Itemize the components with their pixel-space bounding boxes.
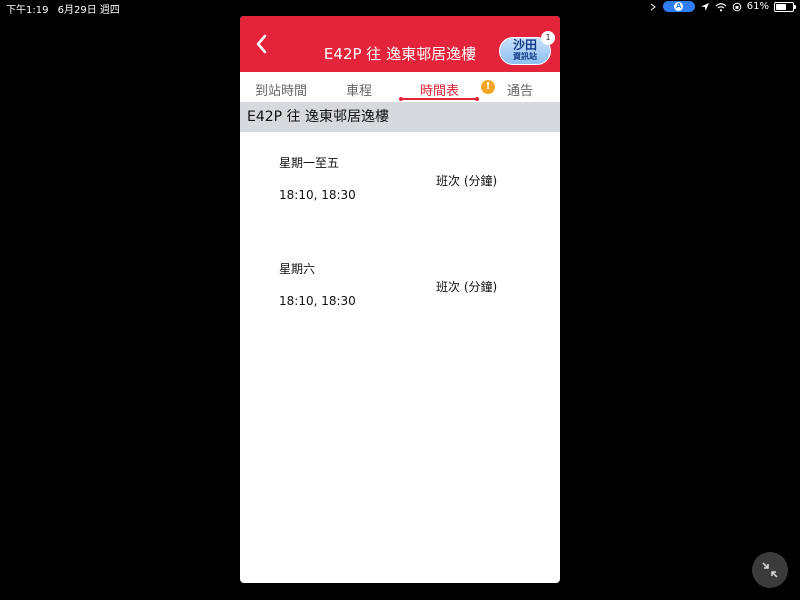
tab-journey[interactable]: 車程 — [346, 80, 372, 99]
status-time: 下午1:19 — [6, 5, 49, 16]
location-arrow-icon — [700, 2, 709, 11]
battery-icon — [774, 1, 796, 12]
collapse-arrows-icon — [762, 562, 778, 578]
saturday-departure-times: 18:10, 18:30 — [279, 294, 356, 308]
weekday-title: 星期一至五 — [279, 156, 340, 170]
saturday-frequency-label: 班次 (分鐘) — [436, 280, 498, 294]
tab-timetable[interactable]: 時間表 — [420, 80, 459, 99]
screen-share-pill[interactable]: A — [662, 1, 695, 12]
app-window: E42P 往 逸東邨居逸樓 沙田 資訊站 1 到站時間 車程 時間表 ! 通告 … — [240, 16, 560, 583]
timetable-content: 星期一至五 班次 (分鐘) 18:10, 18:30 星期六 班次 (分鐘) 1… — [240, 132, 560, 562]
alert-icon: ! — [481, 80, 495, 94]
tab-notices[interactable]: 通告 — [507, 80, 533, 99]
status-bar-right: A 61% — [648, 1, 796, 12]
person-icon: A — [674, 2, 684, 11]
weekday-frequency-label: 班次 (分鐘) — [436, 174, 498, 188]
exit-fullscreen-button[interactable] — [752, 552, 788, 588]
page-title: E42P 往 逸東邨居逸樓 — [323, 45, 477, 63]
underline-dot-right — [475, 97, 479, 101]
battery-tip — [794, 4, 796, 9]
orientation-lock-icon — [732, 2, 742, 11]
do-not-disturb-icon — [650, 3, 656, 10]
battery-percent: 61% — [746, 1, 769, 12]
saturday-title: 星期六 — [279, 262, 316, 276]
back-button[interactable] — [250, 32, 274, 56]
wifi-icon — [715, 2, 727, 11]
shatin-info-logo-button[interactable]: 沙田 資訊站 1 — [499, 31, 555, 65]
active-tab-underline — [399, 97, 479, 101]
status-date: 6月29日 週四 — [57, 5, 120, 16]
battery-fill — [776, 3, 786, 10]
status-bar-left: 下午1:19 6月29日 週四 — [6, 1, 126, 16]
app-header: E42P 往 逸東邨居逸樓 沙田 資訊站 1 — [240, 16, 560, 72]
underline-dot-left — [399, 97, 403, 101]
notification-count-badge: 1 — [541, 31, 555, 45]
logo-sub-text: 資訊站 — [513, 52, 537, 61]
weekday-departure-times: 18:10, 18:30 — [279, 188, 356, 202]
route-heading: E42P 往 逸東邨居逸樓 — [240, 102, 560, 132]
tab-arrival-time[interactable]: 到站時間 — [255, 80, 307, 99]
tab-bar: 到站時間 車程 時間表 ! 通告 — [240, 72, 560, 102]
